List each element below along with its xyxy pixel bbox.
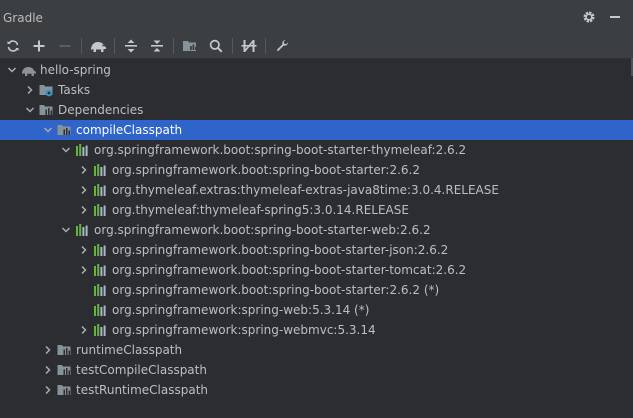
dependencies-folder-icon bbox=[39, 103, 53, 117]
tree-node[interactable]: org.thymeleaf.extras:thymeleaf-extras-ja… bbox=[0, 180, 633, 200]
tree-node-label: hello-spring bbox=[40, 63, 111, 77]
plus-icon bbox=[33, 40, 45, 52]
skip-tests-icon bbox=[241, 39, 257, 53]
tree-node[interactable]: testCompileClasspath bbox=[0, 360, 633, 380]
analyze-dependencies-button[interactable] bbox=[177, 34, 203, 58]
chevron-down-icon[interactable] bbox=[60, 220, 72, 240]
toolbar-separator bbox=[173, 38, 174, 54]
tree-node[interactable]: testRuntimeClasspath bbox=[0, 380, 633, 400]
chevron-right-icon[interactable] bbox=[42, 380, 54, 400]
tree-node-label: testCompileClasspath bbox=[76, 363, 207, 377]
tree-node[interactable]: org.springframework.boot:spring-boot-sta… bbox=[0, 260, 633, 280]
collapse-all-button[interactable] bbox=[144, 34, 170, 58]
chevron-down-icon[interactable] bbox=[42, 120, 54, 140]
search-button[interactable] bbox=[203, 34, 229, 58]
tree-node-label: testRuntimeClasspath bbox=[76, 383, 209, 397]
tree-node-label: org.thymeleaf.extras:thymeleaf-extras-ja… bbox=[112, 183, 499, 197]
chevron-right-icon[interactable] bbox=[78, 160, 90, 180]
reload-button[interactable] bbox=[0, 34, 26, 58]
configuration-folder-icon bbox=[57, 343, 71, 357]
tree-node[interactable]: org.springframework:spring-webmvc:5.3.14 bbox=[0, 320, 633, 340]
tree-node[interactable]: org.springframework:spring-web:5.3.14 (*… bbox=[0, 300, 633, 320]
search-icon bbox=[209, 39, 223, 53]
minimize-icon[interactable] bbox=[607, 9, 623, 25]
library-icon bbox=[93, 243, 107, 257]
tree-node-label: org.springframework:spring-web:5.3.14 (*… bbox=[112, 303, 370, 317]
configuration-folder-icon bbox=[57, 383, 71, 397]
chevron-right-icon[interactable] bbox=[78, 200, 90, 220]
tree-node-label: Dependencies bbox=[58, 103, 144, 117]
chevron-right-icon[interactable] bbox=[42, 340, 54, 360]
chevron-right-icon[interactable] bbox=[78, 180, 90, 200]
toggle-skip-tests-button[interactable] bbox=[236, 34, 262, 58]
tree-node[interactable]: org.springframework.boot:spring-boot-sta… bbox=[0, 240, 633, 260]
tree-node-label: compileClasspath bbox=[76, 123, 183, 137]
chevron-right-icon[interactable] bbox=[24, 80, 36, 100]
chevron-right-icon[interactable] bbox=[78, 260, 90, 280]
tool-window-header: Gradle bbox=[0, 0, 633, 34]
tree-node-label: org.springframework.boot:spring-boot-sta… bbox=[94, 143, 467, 157]
library-icon bbox=[93, 163, 107, 177]
tool-window-title: Gradle bbox=[3, 11, 43, 25]
configuration-folder-icon bbox=[57, 363, 71, 377]
library-icon bbox=[93, 203, 107, 217]
chevron-down-icon[interactable] bbox=[6, 60, 18, 80]
chevron-down-icon[interactable] bbox=[24, 100, 36, 120]
library-icon bbox=[93, 323, 107, 337]
chevron-right-icon[interactable] bbox=[42, 360, 54, 380]
tree-node[interactable]: runtimeClasspath bbox=[0, 340, 633, 360]
elephant-icon bbox=[89, 39, 107, 53]
library-icon bbox=[75, 143, 89, 157]
tree-node[interactable]: org.springframework.boot:spring-boot-sta… bbox=[0, 220, 633, 240]
chevron-right-icon[interactable] bbox=[78, 320, 90, 340]
tree-node-label: Tasks bbox=[58, 83, 91, 97]
refresh-icon bbox=[6, 39, 20, 53]
gradle-toolbar bbox=[0, 34, 633, 59]
tree-node[interactable]: Dependencies bbox=[0, 100, 633, 120]
toolbar-separator bbox=[232, 38, 233, 54]
tree-node[interactable]: compileClasspath bbox=[0, 120, 633, 140]
tree-node[interactable]: org.springframework.boot:spring-boot-sta… bbox=[0, 140, 633, 160]
library-icon bbox=[93, 283, 107, 297]
tree-node[interactable]: hello-spring bbox=[0, 60, 633, 80]
toolbar-separator bbox=[81, 38, 82, 54]
gradle-project-icon bbox=[21, 63, 36, 77]
analyze-icon bbox=[182, 39, 198, 53]
tree-node-label: org.springframework.boot:spring-boot-sta… bbox=[112, 263, 467, 277]
expand-all-icon bbox=[124, 39, 138, 53]
build-tool-settings-button[interactable] bbox=[269, 34, 295, 58]
add-button[interactable] bbox=[26, 34, 52, 58]
tree-node[interactable]: org.springframework.boot:spring-boot-sta… bbox=[0, 160, 633, 180]
tree-node-label: org.springframework.boot:spring-boot-sta… bbox=[112, 243, 449, 257]
toolbar-separator bbox=[114, 38, 115, 54]
tree-node-label: runtimeClasspath bbox=[76, 343, 183, 357]
gear-icon[interactable] bbox=[581, 9, 597, 25]
tree-node[interactable]: org.thymeleaf:thymeleaf-spring5:3.0.14.R… bbox=[0, 200, 633, 220]
remove-button bbox=[52, 34, 78, 58]
toggle-offline-button[interactable] bbox=[85, 34, 111, 58]
library-icon bbox=[93, 263, 107, 277]
tree-node-label: org.springframework.boot:spring-boot-sta… bbox=[112, 163, 420, 177]
minus-icon bbox=[59, 40, 71, 52]
tree-node[interactable]: Tasks bbox=[0, 80, 633, 100]
tree-node-label: org.springframework:spring-webmvc:5.3.14 bbox=[112, 323, 376, 337]
tree-node-label: org.springframework.boot:spring-boot-sta… bbox=[94, 223, 431, 237]
chevron-right-icon[interactable] bbox=[78, 240, 90, 260]
toolbar-separator bbox=[265, 38, 266, 54]
library-icon bbox=[75, 223, 89, 237]
gradle-project-tree: hello-spring Tasks Dependencies compileClas… bbox=[0, 60, 633, 418]
tree-node-label: org.springframework.boot:spring-boot-sta… bbox=[112, 283, 440, 297]
library-icon bbox=[93, 303, 107, 317]
library-icon bbox=[93, 183, 107, 197]
tree-node-label: org.thymeleaf:thymeleaf-spring5:3.0.14.R… bbox=[112, 203, 409, 217]
gradle-tool-window: Gradle hello-spring Tasks Dependencies comp… bbox=[0, 0, 633, 418]
collapse-all-icon bbox=[150, 39, 164, 53]
tree-node[interactable]: org.springframework.boot:spring-boot-sta… bbox=[0, 280, 633, 300]
configuration-folder-icon bbox=[57, 123, 71, 137]
chevron-down-icon[interactable] bbox=[60, 140, 72, 160]
tasks-folder-icon bbox=[39, 83, 53, 97]
wrench-icon bbox=[275, 39, 289, 53]
expand-all-button[interactable] bbox=[118, 34, 144, 58]
